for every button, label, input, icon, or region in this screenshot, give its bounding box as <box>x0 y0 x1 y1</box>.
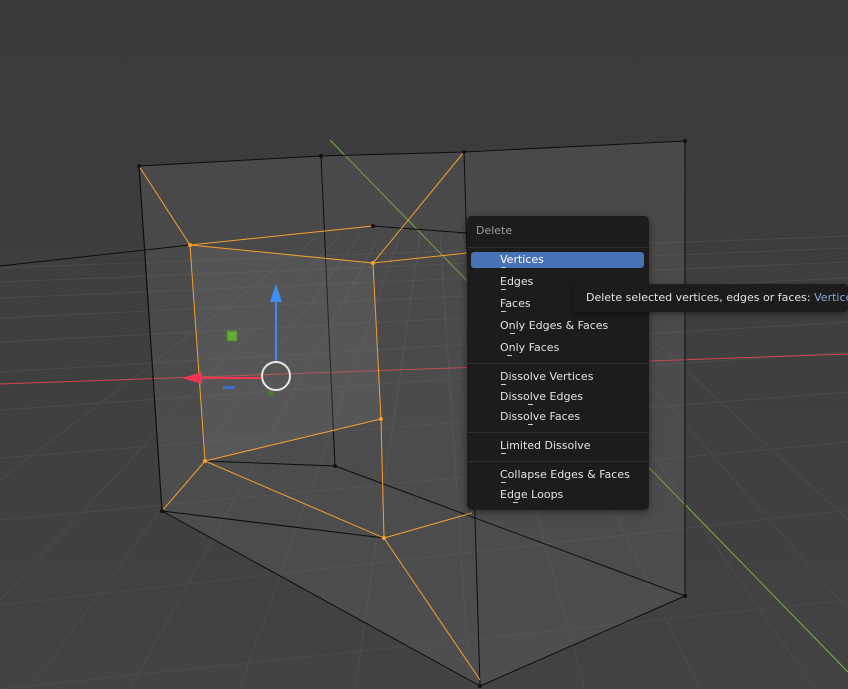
menu-title: Delete <box>476 224 513 237</box>
menu-item-limited-dissolve[interactable]: Limited Dissolve <box>471 438 644 454</box>
menu-title-separator <box>467 247 649 248</box>
menu-separator <box>467 363 649 364</box>
hotkey-underline <box>501 311 506 312</box>
menu-item-only-edges-faces[interactable]: Only Edges & Faces <box>471 318 644 334</box>
hotkey-underline <box>501 289 506 290</box>
menu-item-vertices[interactable]: Vertices <box>471 252 644 268</box>
menu-item-edge-loops[interactable]: Edge Loops <box>471 487 644 503</box>
3d-viewport[interactable] <box>0 0 848 689</box>
hotkey-underline <box>528 404 533 405</box>
viewport-scene <box>0 0 848 689</box>
menu-tooltip: Delete selected vertices, edges or faces… <box>573 284 848 312</box>
y-handle-icon <box>268 390 274 396</box>
tooltip-value: Vertices <box>814 291 848 304</box>
menu-item-dissolve-vertices[interactable]: Dissolve Vertices <box>471 369 644 385</box>
hotkey-underline <box>501 267 506 268</box>
menu-separator <box>467 432 649 433</box>
plane-handle-icon <box>226 330 238 342</box>
delete-menu: Delete Vertices Edges Faces Only Edges &… <box>467 216 649 510</box>
hotkey-underline <box>507 355 512 356</box>
hotkey-underline <box>510 333 515 334</box>
tooltip-text: Delete selected vertices, edges or faces… <box>586 291 811 304</box>
menu-item-only-faces[interactable]: Only Faces <box>471 340 644 356</box>
menu-item-dissolve-edges[interactable]: Dissolve Edges <box>471 389 644 405</box>
hotkey-underline <box>513 502 518 503</box>
hotkey-underline <box>528 424 533 425</box>
menu-separator <box>467 461 649 462</box>
menu-item-dissolve-faces[interactable]: Dissolve Faces <box>471 409 644 425</box>
hotkey-underline <box>501 482 506 483</box>
hotkey-underline <box>501 384 506 385</box>
hotkey-underline <box>501 453 506 454</box>
menu-item-collapse-edges-faces[interactable]: Collapse Edges & Faces <box>471 467 644 483</box>
axis-handle-icon <box>223 386 235 389</box>
